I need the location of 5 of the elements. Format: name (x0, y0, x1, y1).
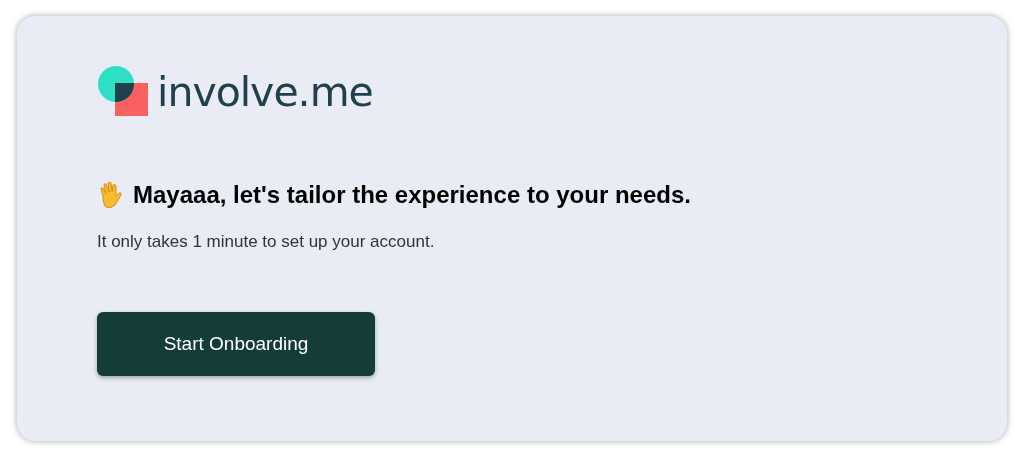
logo-text: involve.me (157, 68, 373, 116)
subtitle: It only takes 1 minute to set up your account. (97, 232, 436, 252)
logo-icon (97, 66, 149, 118)
start-onboarding-button[interactable]: Start Onboarding (97, 312, 375, 376)
heading: Mayaaa, let's tailor the experience to your needs. (133, 181, 691, 209)
